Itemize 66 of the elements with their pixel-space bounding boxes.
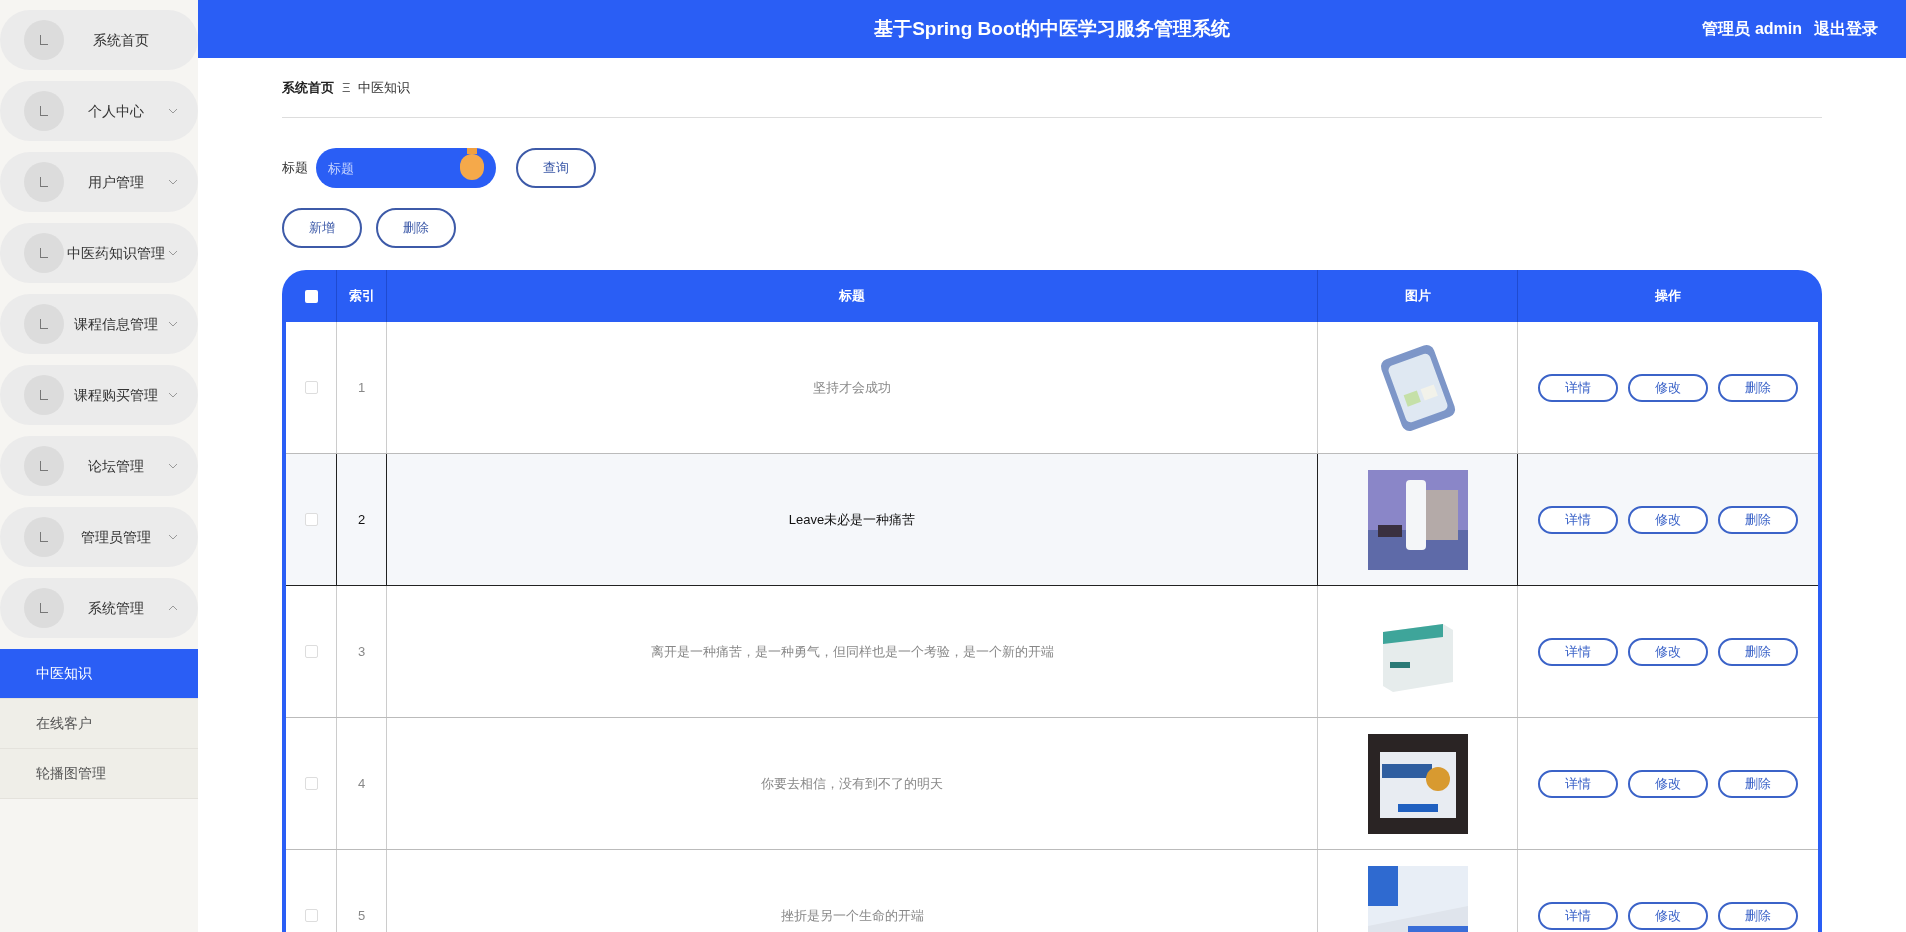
- select-all-checkbox[interactable]: [304, 289, 318, 303]
- action-button[interactable]: 新增: [282, 208, 362, 248]
- row-action-button[interactable]: 详情: [1538, 769, 1618, 798]
- sidebar-item[interactable]: 中医药知识管理: [0, 223, 198, 283]
- chevron-down-icon: [168, 534, 178, 540]
- search-label: 标题: [282, 159, 308, 178]
- row-action-button[interactable]: 删除: [1718, 901, 1798, 930]
- row-checkbox[interactable]: [304, 381, 318, 394]
- table-cell-text: 离开是一种痛苦，是一种勇气，但同样也是一个考验，是一个新的开端: [650, 642, 1054, 661]
- table-cell-text: Leave未必是一种痛苦: [788, 510, 916, 529]
- row-action-button[interactable]: 修改: [1628, 637, 1708, 666]
- table-cell-text: 5: [357, 906, 366, 925]
- sidebar-item[interactable]: 论坛管理: [0, 436, 198, 496]
- row-action-button[interactable]: 修改: [1628, 901, 1708, 930]
- chevron-down-icon: [168, 392, 178, 398]
- chevron-down-icon: [168, 463, 178, 469]
- row-action-button[interactable]: 修改: [1628, 769, 1708, 798]
- row-checkbox[interactable]: [304, 909, 318, 922]
- chevron-down-icon: [168, 250, 178, 256]
- breadcrumb-home[interactable]: 系统首页: [282, 77, 334, 98]
- row-action-button[interactable]: 详情: [1538, 637, 1618, 666]
- row-action-button[interactable]: 删除: [1718, 637, 1798, 666]
- table-cell-text: 挫折是另一个生命的开端: [780, 906, 924, 925]
- top-bar: 基于Spring Boot的中医学习服务管理系统 管理员 admin 退出登录: [198, 0, 1906, 58]
- row-action-button[interactable]: 修改: [1628, 373, 1708, 402]
- action-button[interactable]: 删除: [376, 208, 456, 248]
- row-checkbox[interactable]: [304, 513, 318, 526]
- submenu-item[interactable]: 轮播图管理: [0, 749, 198, 799]
- user-label: 管理员 admin: [1702, 19, 1802, 39]
- chevron-down-icon: [168, 179, 178, 185]
- column-header: 操作: [1655, 287, 1681, 306]
- row-action-button[interactable]: 修改: [1628, 505, 1708, 534]
- query-button[interactable]: 查询: [516, 148, 596, 188]
- table-cell-text: 1: [357, 378, 366, 397]
- breadcrumb-current: 中医知识: [358, 78, 411, 97]
- sidebar-item[interactable]: 系统首页: [0, 10, 198, 70]
- row-action-button[interactable]: 详情: [1538, 901, 1618, 930]
- row-action-button[interactable]: 详情: [1538, 505, 1618, 534]
- column-header: 索引: [348, 287, 375, 306]
- sidebar-item[interactable]: 系统管理: [0, 578, 198, 638]
- column-header: 标题: [839, 287, 865, 306]
- table-cell-text: 坚持才会成功: [813, 378, 891, 397]
- chevron-down-icon: [168, 321, 178, 327]
- chevron-up-icon: [168, 605, 178, 611]
- row-checkbox[interactable]: [304, 645, 318, 658]
- row-action-button[interactable]: 删除: [1718, 373, 1798, 402]
- submenu-item[interactable]: 在线客户: [0, 699, 198, 749]
- column-header: 图片: [1404, 287, 1431, 306]
- table-cell-text: 3: [357, 642, 366, 661]
- submenu-item[interactable]: 中医知识: [0, 649, 198, 699]
- table-cell-text: 4: [357, 774, 366, 793]
- sidebar-item[interactable]: 个人中心: [0, 81, 198, 141]
- sidebar-item[interactable]: 管理员管理: [0, 507, 198, 567]
- table-cell-text: 你要去相信，没有到不了的明天: [761, 774, 943, 793]
- sidebar-item[interactable]: 用户管理: [0, 152, 198, 212]
- row-action-button[interactable]: 删除: [1718, 769, 1798, 798]
- row-checkbox[interactable]: [304, 777, 318, 790]
- search-field[interactable]: 标题: [316, 148, 496, 188]
- breadcrumb-separator: Ξ: [342, 78, 351, 97]
- table-cell-text: 2: [357, 510, 366, 529]
- logout-link[interactable]: 退出登录: [1814, 17, 1878, 41]
- sidebar-item[interactable]: 课程购买管理: [0, 365, 198, 425]
- row-action-button[interactable]: 删除: [1718, 505, 1798, 534]
- row-action-button[interactable]: 详情: [1538, 373, 1618, 402]
- chevron-down-icon: [168, 108, 178, 114]
- sidebar-item[interactable]: 课程信息管理: [0, 294, 198, 354]
